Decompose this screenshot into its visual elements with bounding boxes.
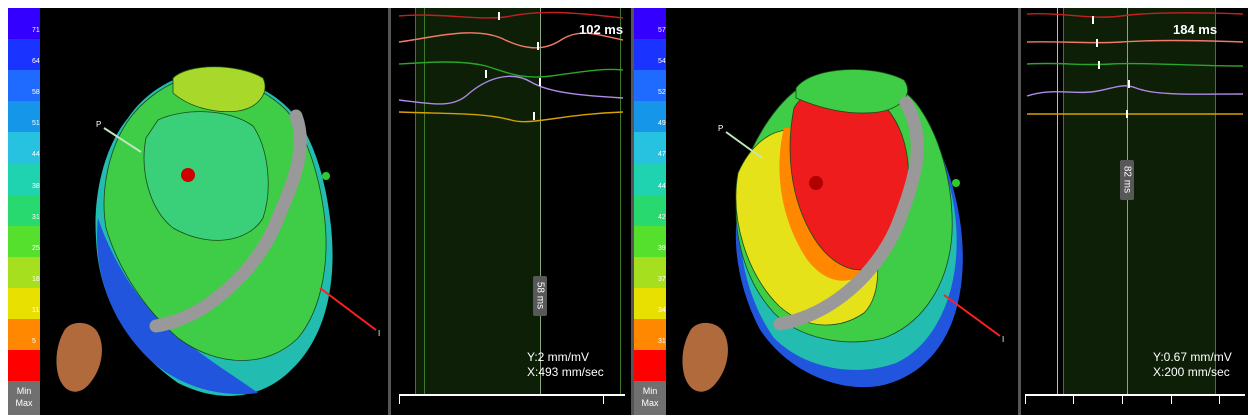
ruler-tick — [603, 394, 604, 404]
timing-readout: 102 ms — [579, 22, 624, 37]
ruler-tick — [1122, 394, 1123, 404]
ecg-trace-purple — [398, 75, 624, 105]
ecg-trace-purple — [1026, 85, 1244, 97]
p-axis-label: P — [718, 124, 723, 133]
ecg-trace-yellow — [398, 111, 624, 123]
right-map-panel[interactable]: 57 54 52 49 47 44 42 39 37 34 31 Min Max P I — [634, 8, 1018, 415]
y-scale-text: Y:0.67 mm/mV — [1153, 350, 1232, 364]
right-ecg-traces — [1026, 11, 1244, 118]
orientation-heart-icon — [682, 322, 728, 392]
right-ecg-panel[interactable]: 184 ms 82 ms Y:0.67 mm/mV X:200 mm/sec — [1021, 8, 1248, 415]
left-ecg-traces — [398, 11, 624, 123]
ecg-trace-red — [1026, 11, 1244, 18]
ecg-trace-green — [398, 61, 624, 78]
interval-label[interactable]: 58 ms — [533, 276, 547, 316]
left-time-ruler — [399, 394, 625, 396]
ruler-tick — [1025, 394, 1026, 404]
ecg-trace-green — [1026, 62, 1244, 67]
red-marker-dot — [181, 168, 195, 182]
left-heart-map[interactable]: P I — [8, 8, 388, 415]
red-marker-dot — [809, 176, 823, 190]
ecg-trace-salmon — [1026, 39, 1244, 44]
i-axis-label: I — [378, 329, 380, 338]
left-map-panel[interactable]: 71 64 58 51 44 38 31 25 18 11 5 Min Max P I — [8, 8, 388, 415]
ruler-tick — [1171, 394, 1172, 404]
x-scale-text: X:200 mm/sec — [1153, 365, 1230, 379]
x-scale-text: X:493 mm/sec — [527, 365, 604, 379]
interval-label[interactable]: 82 ms — [1120, 160, 1134, 200]
ruler-tick — [1073, 394, 1074, 404]
p-axis-label: P — [96, 120, 101, 129]
y-scale-text: Y:2 mm/mV — [527, 350, 590, 364]
scale-readout: Y:0.67 mm/mV X:200 mm/sec — [1153, 350, 1232, 380]
orientation-heart-icon — [56, 322, 102, 392]
timing-readout: 184 ms — [1173, 22, 1218, 37]
green-marker-dot — [952, 179, 960, 187]
green-marker-dot — [322, 172, 330, 180]
ruler-tick — [399, 394, 400, 404]
scale-readout: Y:2 mm/mV X:493 mm/sec — [527, 350, 604, 380]
ruler-tick — [1219, 394, 1220, 404]
i-axis-arrow — [319, 287, 377, 331]
i-axis-label: I — [1002, 335, 1004, 344]
ecg-trace-red — [398, 11, 624, 19]
left-ecg-panel[interactable]: 102 ms 58 ms Y:2 mm/mV X:493 mm/sec — [391, 8, 631, 415]
right-heart-map[interactable]: P I — [634, 8, 1018, 415]
right-time-ruler — [1025, 394, 1245, 396]
